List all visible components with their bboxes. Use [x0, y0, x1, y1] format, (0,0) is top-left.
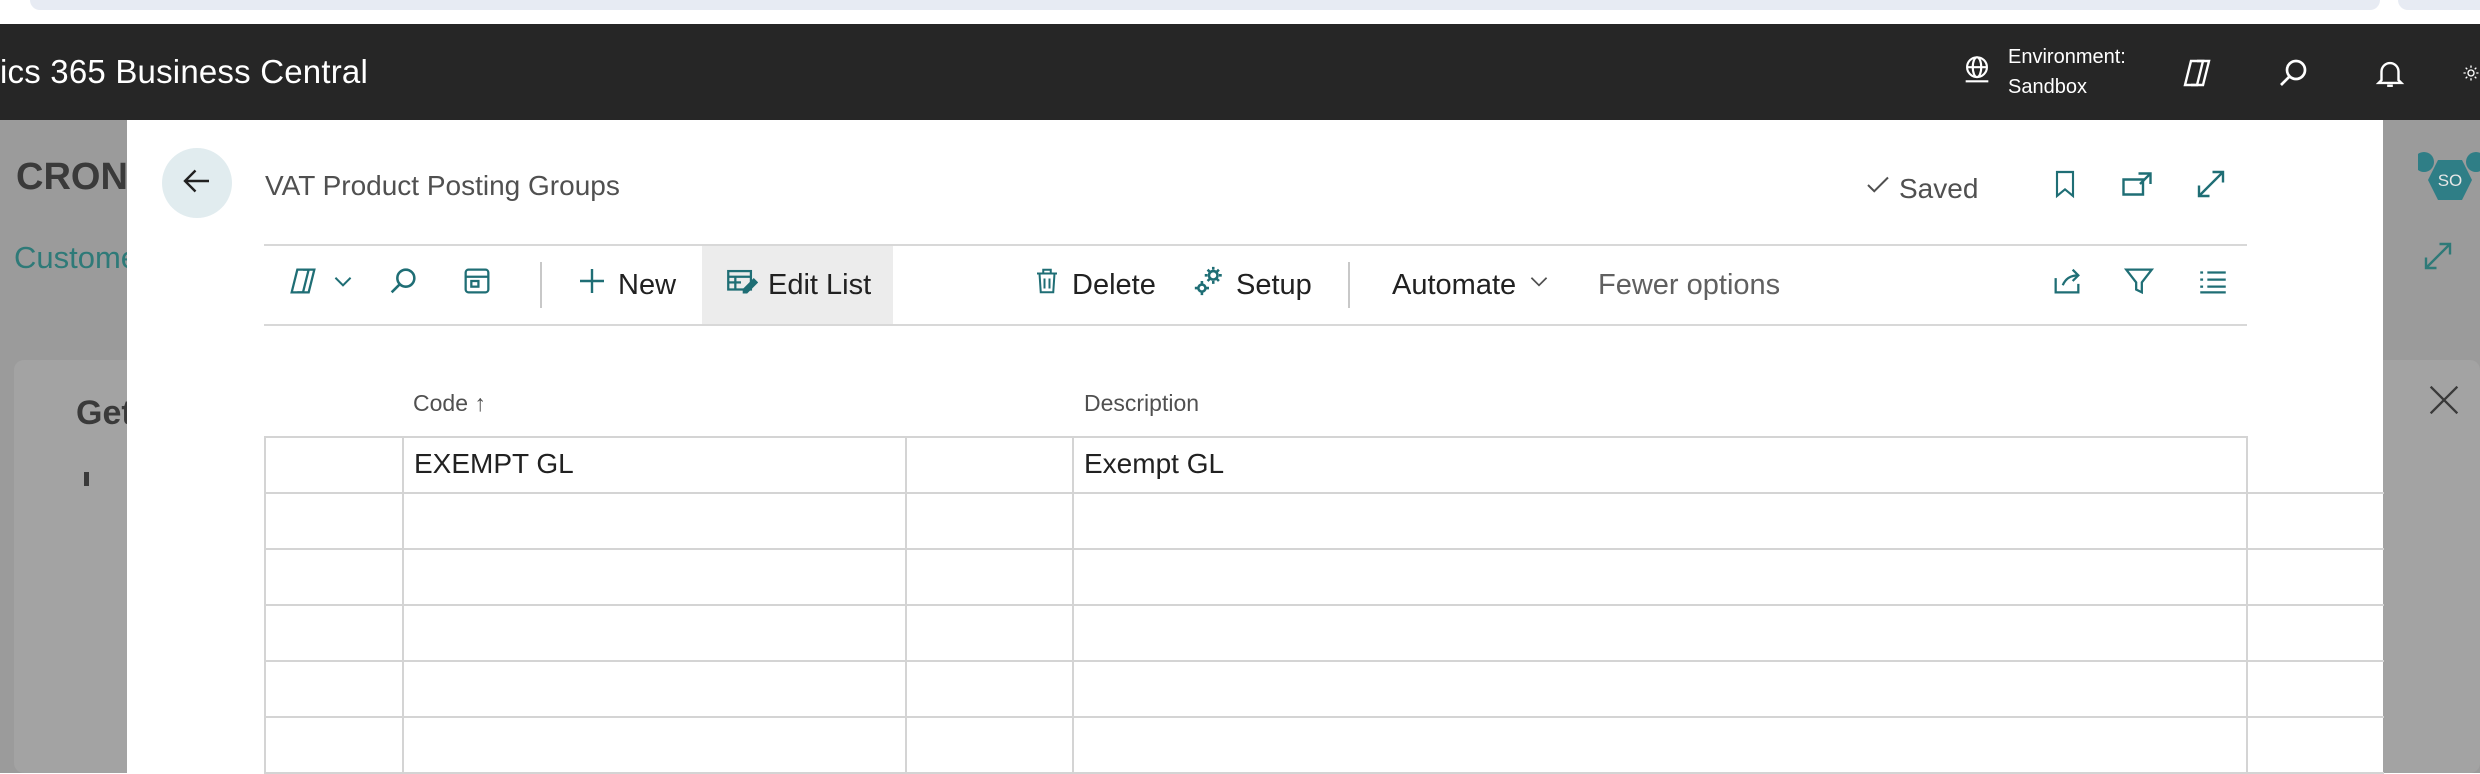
checkmark-icon	[1863, 170, 1893, 207]
setup-button[interactable]: Setup	[1192, 246, 1312, 324]
automate-button-label: Automate	[1392, 268, 1517, 301]
expand-icon[interactable]	[2191, 164, 2231, 204]
gear-icon[interactable]	[2462, 54, 2480, 92]
search-icon	[386, 264, 430, 306]
trash-icon	[1032, 264, 1072, 306]
delete-button-label: Delete	[1072, 268, 1156, 301]
copilot-icon	[286, 264, 330, 306]
table-row[interactable]	[264, 716, 2248, 772]
copilot-menu-button[interactable]	[286, 246, 366, 324]
browser-profile-area[interactable]	[2398, 0, 2480, 10]
new-button[interactable]: New	[576, 246, 676, 324]
edit-list-button-label: Edit List	[768, 268, 872, 301]
description-cell[interactable]: Exempt GL	[1084, 448, 1224, 480]
new-button-label: New	[618, 268, 677, 301]
table-row[interactable]	[264, 492, 2248, 548]
environment-indicator[interactable]: Environment: Sandbox	[1960, 42, 2126, 102]
back-button[interactable]	[162, 148, 232, 218]
filter-icon	[2122, 264, 2166, 306]
chevron-down-icon	[1526, 268, 1562, 302]
copilot-icon[interactable]	[2178, 54, 2216, 92]
chevron-down-icon	[330, 268, 366, 302]
saved-status: Saved	[1863, 170, 1978, 207]
open-in-new-window-icon[interactable]	[2117, 164, 2157, 204]
toolbar-divider	[540, 262, 542, 308]
app-bar: ics 365 Business Central Environment: Sa…	[0, 24, 2480, 120]
edit-list-icon	[724, 264, 768, 306]
column-header-description[interactable]: Description	[1084, 390, 1199, 417]
search-button[interactable]	[386, 246, 430, 324]
share-button[interactable]	[2050, 246, 2094, 324]
avatar-initials: SO	[2438, 171, 2463, 190]
toolbar-divider	[1348, 262, 1350, 308]
expand-icon	[2420, 238, 2456, 279]
form-view-icon	[460, 264, 504, 306]
search-icon[interactable]	[2274, 54, 2312, 92]
setup-button-label: Setup	[1236, 268, 1312, 301]
edit-list-button[interactable]: Edit List	[702, 246, 894, 324]
table-row[interactable]	[264, 548, 2248, 604]
action-bar: New Edit List Delete Setup Automate Fewe…	[264, 244, 2247, 326]
fewer-options-button[interactable]: Fewer options	[1598, 246, 1780, 324]
globe-icon	[1960, 53, 1994, 92]
delete-button[interactable]: Delete	[1032, 246, 1156, 324]
gears-icon	[1192, 264, 1236, 306]
share-icon	[2050, 264, 2094, 306]
saved-label: Saved	[1899, 172, 1979, 204]
plus-icon	[576, 265, 618, 305]
table-row[interactable]: EXEMPT GL Exempt GL	[264, 436, 2248, 492]
bell-icon[interactable]	[2371, 54, 2409, 92]
app-title[interactable]: ics 365 Business Central	[0, 52, 368, 92]
list-icon	[2196, 264, 2240, 306]
background-card-title: Get	[76, 394, 133, 432]
arrow-left-icon	[179, 163, 215, 204]
column-header-code-label: Code	[413, 390, 468, 416]
environment-value: Sandbox	[2008, 76, 2087, 98]
environment-label: Environment:	[2008, 46, 2126, 68]
sort-ascending-icon: ↑	[474, 390, 486, 416]
background-page-title: CRON	[16, 156, 128, 198]
code-cell[interactable]: EXEMPT GL	[414, 448, 574, 480]
address-bar[interactable]	[30, 0, 2380, 10]
browser-strip	[0, 0, 2480, 24]
filter-button[interactable]	[2122, 246, 2166, 324]
automate-menu-button[interactable]: Automate	[1392, 246, 1562, 324]
list-view-button[interactable]	[2196, 246, 2240, 324]
avatar: SO	[2414, 152, 2480, 213]
column-header-code[interactable]: Code ↑	[413, 390, 486, 417]
page-inspection-button[interactable]	[460, 246, 504, 324]
background-card-marker	[84, 472, 89, 486]
vat-product-posting-groups-panel: VAT Product Posting Groups Saved New Edi…	[127, 120, 2384, 774]
bookmark-icon[interactable]	[2045, 164, 2085, 204]
close-icon	[2424, 380, 2464, 425]
table-row[interactable]	[264, 660, 2248, 716]
table-row[interactable]	[264, 604, 2248, 660]
page-title: VAT Product Posting Groups	[265, 170, 620, 201]
background-customer-link: Custome	[14, 240, 139, 275]
